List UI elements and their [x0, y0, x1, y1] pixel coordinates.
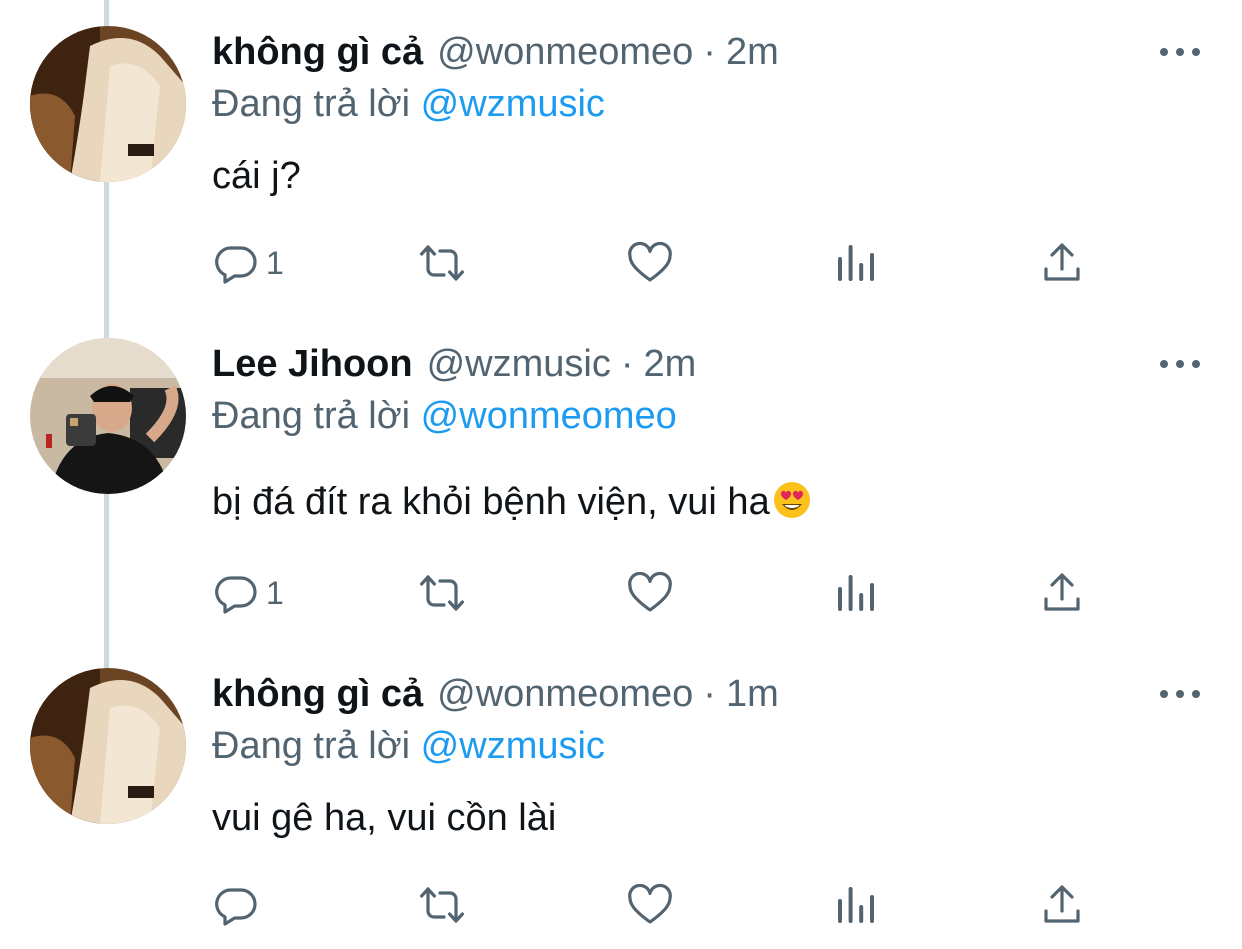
more-icon[interactable]: [1160, 350, 1200, 378]
separator-dot: ·: [620, 343, 634, 385]
action-bar: [0, 880, 1242, 930]
like-icon: [628, 241, 672, 282]
retweet-button[interactable]: [418, 880, 466, 930]
user-handle[interactable]: @wonmeomeo: [437, 668, 693, 720]
tweet-text: vui gê ha, vui cồn lài: [212, 797, 557, 839]
analytics-button[interactable]: [832, 880, 880, 930]
analytics-icon: [838, 245, 874, 281]
share-button[interactable]: [1038, 880, 1086, 930]
replying-to: Đang trả lời @wzmusic: [212, 78, 605, 130]
tweet-text: cái j?: [212, 155, 301, 197]
retweet-icon: [420, 245, 464, 281]
avatar[interactable]: [30, 26, 186, 182]
share-button[interactable]: [1038, 238, 1086, 288]
replying-prefix: Đang trả lời: [212, 83, 421, 125]
like-icon: [628, 571, 672, 612]
share-icon: [1044, 885, 1080, 923]
reply-icon: [215, 246, 257, 284]
display-name[interactable]: Lee Jihoon: [212, 338, 413, 390]
replying-to: Đang trả lời @wonmeomeo: [212, 390, 677, 442]
timestamp[interactable]: 2m: [726, 26, 779, 78]
retweet-icon: [420, 887, 464, 923]
timestamp[interactable]: 1m: [726, 668, 779, 720]
display-name[interactable]: không gì cả: [212, 26, 423, 78]
avatar[interactable]: [30, 668, 186, 824]
avatar-image: [30, 26, 186, 182]
share-icon: [1044, 573, 1080, 611]
like-button[interactable]: [626, 880, 674, 930]
separator-dot: ·: [703, 673, 716, 715]
mention-link[interactable]: @wonmeomeo: [421, 395, 677, 437]
reply-icon: [215, 576, 257, 614]
tweet[interactable]: không gì cả @wonmeomeo · 1m Đang trả lời…: [0, 668, 1242, 949]
retweet-icon: [420, 575, 464, 611]
action-bar: 1: [0, 238, 1242, 288]
avatar[interactable]: [30, 338, 186, 494]
more-icon[interactable]: [1160, 680, 1200, 708]
user-handle[interactable]: @wzmusic: [427, 338, 611, 390]
retweet-button[interactable]: [418, 568, 466, 618]
share-icon: [1044, 243, 1080, 281]
retweet-button[interactable]: [418, 238, 466, 288]
reply-icon: [215, 888, 257, 926]
replying-prefix: Đang trả lời: [212, 395, 421, 437]
tweet-text: bị đá đít ra khỏi bệnh viện, vui ha: [212, 481, 770, 523]
reply-button[interactable]: 1: [212, 568, 284, 618]
reply-count: 1: [266, 244, 284, 281]
share-button[interactable]: [1038, 568, 1086, 618]
heart-eyes-emoji: [773, 482, 810, 518]
reply-button[interactable]: [212, 880, 260, 930]
like-button[interactable]: [626, 238, 674, 288]
tweet-text-row: bị đá đít ra khỏi bệnh viện, vui ha: [212, 476, 812, 528]
tweet[interactable]: không gì cả @wonmeomeo · 2m Đang trả lời…: [0, 26, 1242, 306]
display-name[interactable]: không gì cả: [212, 668, 423, 720]
tweet[interactable]: Lee Jihoon @wzmusic · 2m Đang trả lời @w…: [0, 338, 1242, 638]
reply-count: 1: [266, 574, 284, 611]
action-bar: 1: [0, 568, 1242, 618]
timestamp[interactable]: 2m: [643, 338, 696, 390]
analytics-button[interactable]: [832, 238, 880, 288]
user-handle[interactable]: @wonmeomeo: [437, 26, 693, 78]
reply-button[interactable]: 1: [212, 238, 284, 288]
analytics-icon: [838, 575, 874, 611]
analytics-icon: [838, 887, 874, 923]
mention-link[interactable]: @wzmusic: [421, 725, 605, 767]
like-icon: [628, 883, 672, 924]
like-button[interactable]: [626, 568, 674, 618]
avatar-image: [30, 668, 186, 824]
separator-dot: ·: [703, 31, 716, 73]
replying-to: Đang trả lời @wzmusic: [212, 720, 605, 772]
avatar-image: [30, 338, 186, 494]
replying-prefix: Đang trả lời: [212, 725, 421, 767]
analytics-button[interactable]: [832, 568, 880, 618]
more-icon[interactable]: [1160, 38, 1200, 66]
mention-link[interactable]: @wzmusic: [421, 83, 605, 125]
